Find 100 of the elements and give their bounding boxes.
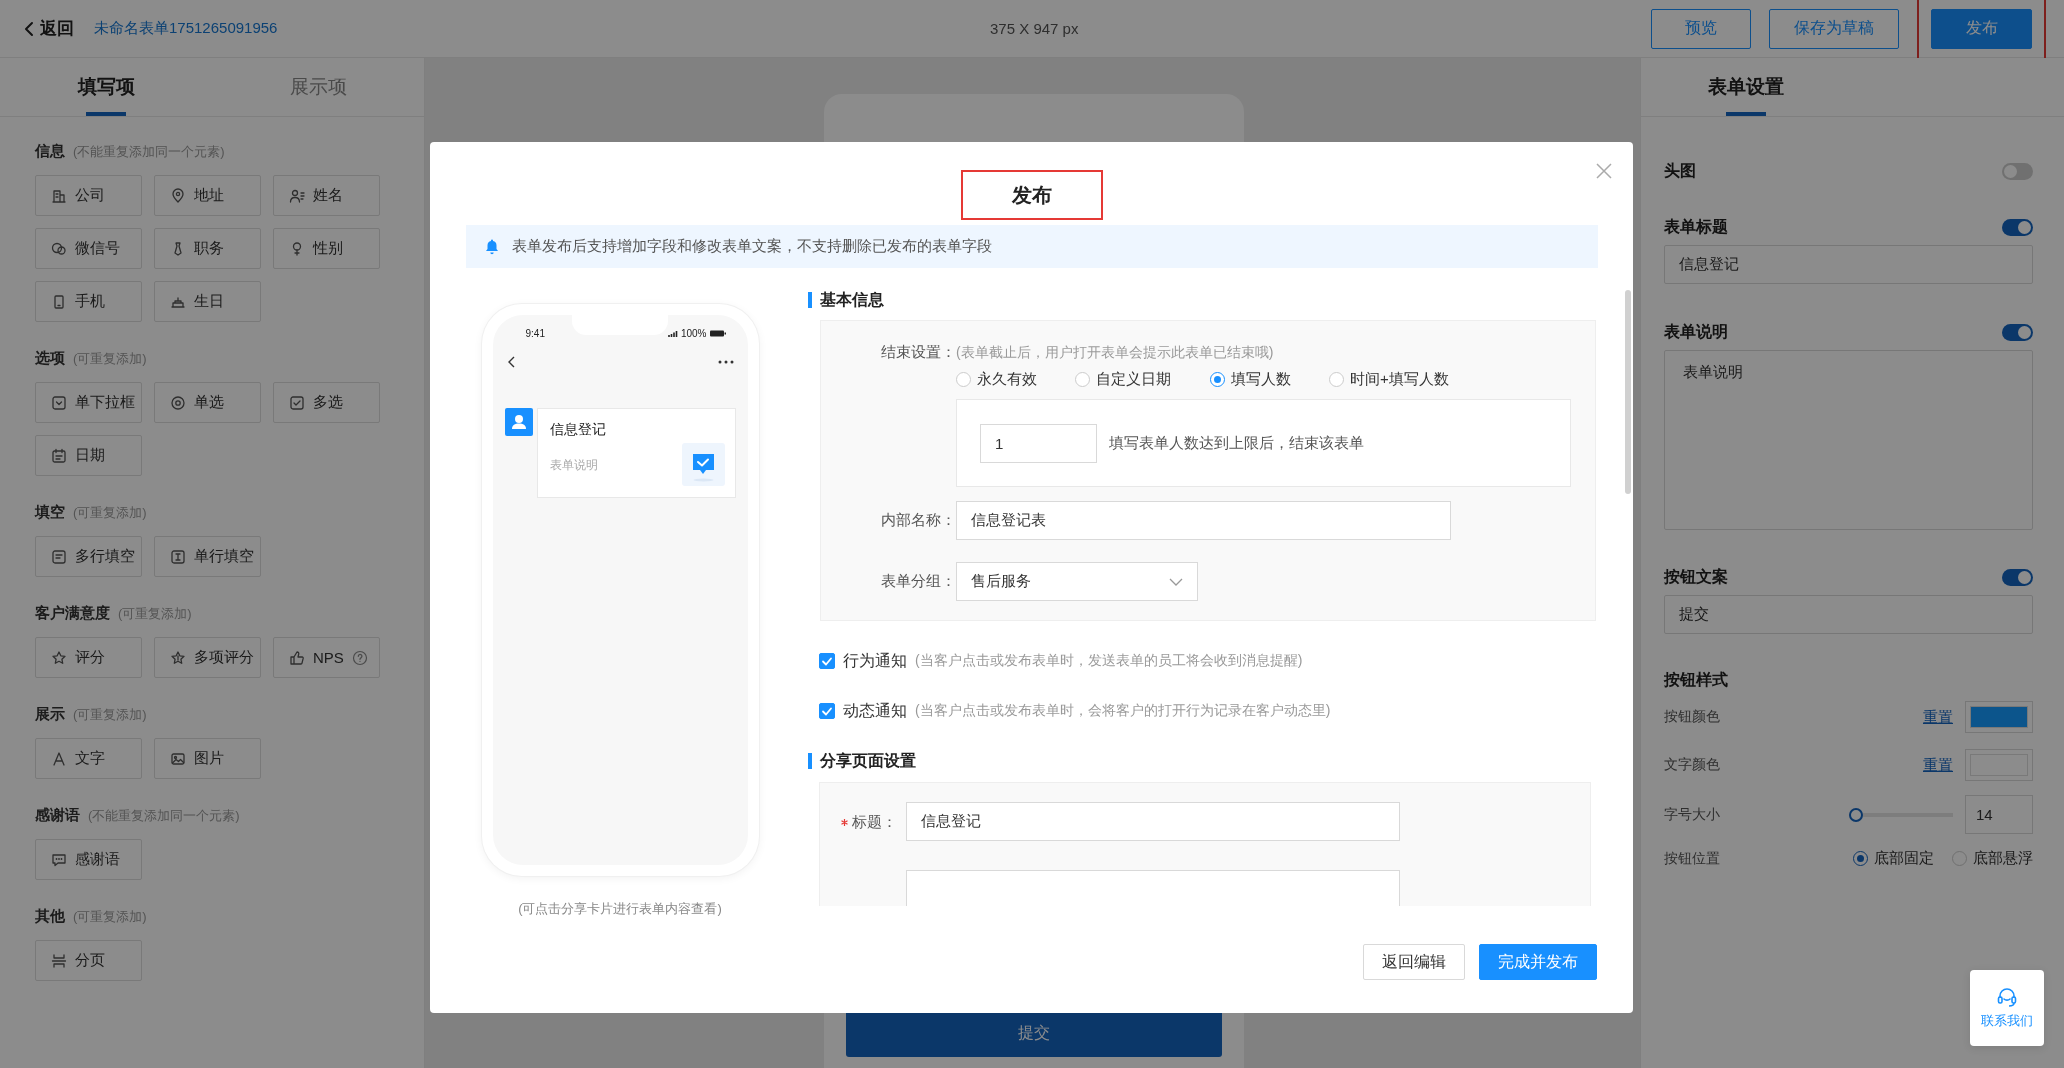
checkbox-icon [289,394,305,411]
radio-label[interactable]: 底部固定 [1874,849,1934,868]
text-field[interactable]: 提交 [1664,595,2033,634]
setting-label: 表单标题 [1664,217,1728,237]
field-type-button[interactable]: 日期 [35,435,142,476]
field-type-button[interactable]: 单行填空 [154,536,261,577]
status-time: 9:41 [525,327,545,339]
field-type-button[interactable]: 手机 [35,281,142,322]
section-title: 感谢语 [35,806,80,825]
back-button[interactable]: 返回编辑 [1363,944,1465,980]
toggle-switch[interactable] [2002,324,2033,341]
radio-button[interactable] [1210,372,1225,387]
field-type-button[interactable]: 评分 [35,637,142,678]
checkbox[interactable] [819,703,835,719]
person-icon [289,187,305,204]
font-icon [51,750,67,767]
section-heading: 分享页面设置 [820,750,916,771]
star-icon [51,649,67,666]
field-type-button[interactable]: 分页 [35,940,142,981]
building-icon [51,187,67,204]
field-type-button[interactable]: NPS [273,637,380,678]
reset-link[interactable]: 重置 [1923,755,1953,775]
field-hint: (表单截止后，用户打开表单会提示此表单已结束哦) [956,343,1274,362]
slider-thumb[interactable] [1849,807,1863,822]
field-type-button[interactable]: 姓名 [273,175,380,216]
field-type-button[interactable]: 多行填空 [35,536,142,577]
toggle-switch[interactable] [2002,163,2033,180]
section-title: 其他 [35,907,65,926]
card-description: 表单说明 [549,457,599,474]
chevron-down-icon [1169,577,1183,586]
section-title: 客户满意度 [35,604,110,623]
card-title: 信息登记 [549,421,606,439]
text-area[interactable]: 表单说明 [1664,350,2033,530]
submit-button[interactable]: 提交 [845,1010,1222,1057]
dropdown[interactable]: 售后服务 [956,562,1198,601]
radio-icon [170,394,186,411]
radio-label[interactable]: 永久有效 [977,370,1037,389]
number-field[interactable]: 14 [1965,795,2033,834]
chat-check-icon [681,443,725,486]
checkbox-label[interactable]: 动态通知 [843,700,907,722]
publish-button[interactable]: 完成并发布 [1479,944,1597,980]
toggle-switch[interactable] [2002,569,2033,586]
checkbox[interactable] [819,653,835,669]
radio-label[interactable]: 时间+填写人数 [1350,370,1449,389]
field-type-button[interactable]: 多选 [273,382,380,423]
checkbox-label[interactable]: 行为通知 [843,650,907,672]
panel-tab[interactable]: 填写项 [0,58,212,116]
field-type-button[interactable]: 地址 [154,175,261,216]
radio-button[interactable] [1853,851,1868,866]
section-title: 填空 [35,503,65,522]
page-break-icon [51,952,67,969]
toggle-switch[interactable] [2002,219,2033,236]
text-area-icon [51,548,67,565]
dialog-title: 发布 [1011,182,1052,208]
field-type-button[interactable]: 单下拉框 [35,382,142,423]
field-type-button[interactable]: 感谢语 [35,839,142,880]
text-field[interactable]: 信息登记 [906,802,1400,841]
back-link[interactable]: 返回 [24,17,74,40]
field-type-button[interactable]: 图片 [154,738,261,779]
more-icon [717,360,734,364]
setting-label: 头图 [1664,161,1696,181]
field-type-button[interactable]: 公司 [35,175,142,216]
help-icon [351,649,368,666]
field-hint: 填写表单人数达到上限后，结束该表单 [1109,433,1364,453]
text-field[interactable] [906,870,1400,906]
radio-label[interactable]: 填写人数 [1231,370,1291,389]
field-type-button[interactable]: 单选 [154,382,261,423]
setting-label: 字号大小 [1664,805,1720,824]
text-field[interactable]: 信息登记表 [956,501,1451,540]
message-icon [51,851,67,868]
pin-icon [170,187,186,204]
battery-icon [709,329,726,337]
field-type-button[interactable]: 微信号 [35,228,142,269]
star-icon [170,649,186,666]
field-hint: (当客户点击或发布表单时，会将客户的打开行为记录在客户动态里) [915,702,1331,720]
setting-label: 文字颜色 [1664,756,1720,774]
number-field[interactable]: 1 [980,423,1097,463]
preview-caption: (可点击分享卡片进行表单内容查看) [518,900,722,918]
contact-widget[interactable]: 联系我们 [1970,970,2044,1046]
field-type-button[interactable]: 多项评分 [154,637,261,678]
radio-label[interactable]: 自定义日期 [1096,370,1171,389]
calendar-icon [51,447,67,464]
radio-label[interactable]: 底部悬浮 [1973,849,2033,868]
chevron-left-icon [506,356,515,368]
field-type-button[interactable]: 生日 [154,281,261,322]
field-type-button[interactable]: 性别 [273,228,380,269]
field-label: 表单分组： [880,572,956,591]
section-heading: 基本信息 [820,289,884,310]
field-label: 标题： [852,812,897,832]
reset-link[interactable]: 重置 [1923,707,1953,727]
share-card[interactable]: 信息登记 表单说明 [536,408,736,498]
field-hint: (当客户点击或发布表单时，发送表单的员工将会收到消息提醒) [915,652,1303,670]
panel-tab[interactable]: 表单设置 [1671,58,1821,116]
panel-tab[interactable]: 展示项 [212,58,424,116]
text-field[interactable]: 信息登记 [1664,245,2033,284]
scrollbar[interactable] [1625,290,1631,494]
text-input-icon [170,548,186,565]
field-type-button[interactable]: 文字 [35,738,142,779]
field-type-button[interactable]: 职务 [154,228,261,269]
form-name: 未命名表单1751265091956 [94,19,278,38]
